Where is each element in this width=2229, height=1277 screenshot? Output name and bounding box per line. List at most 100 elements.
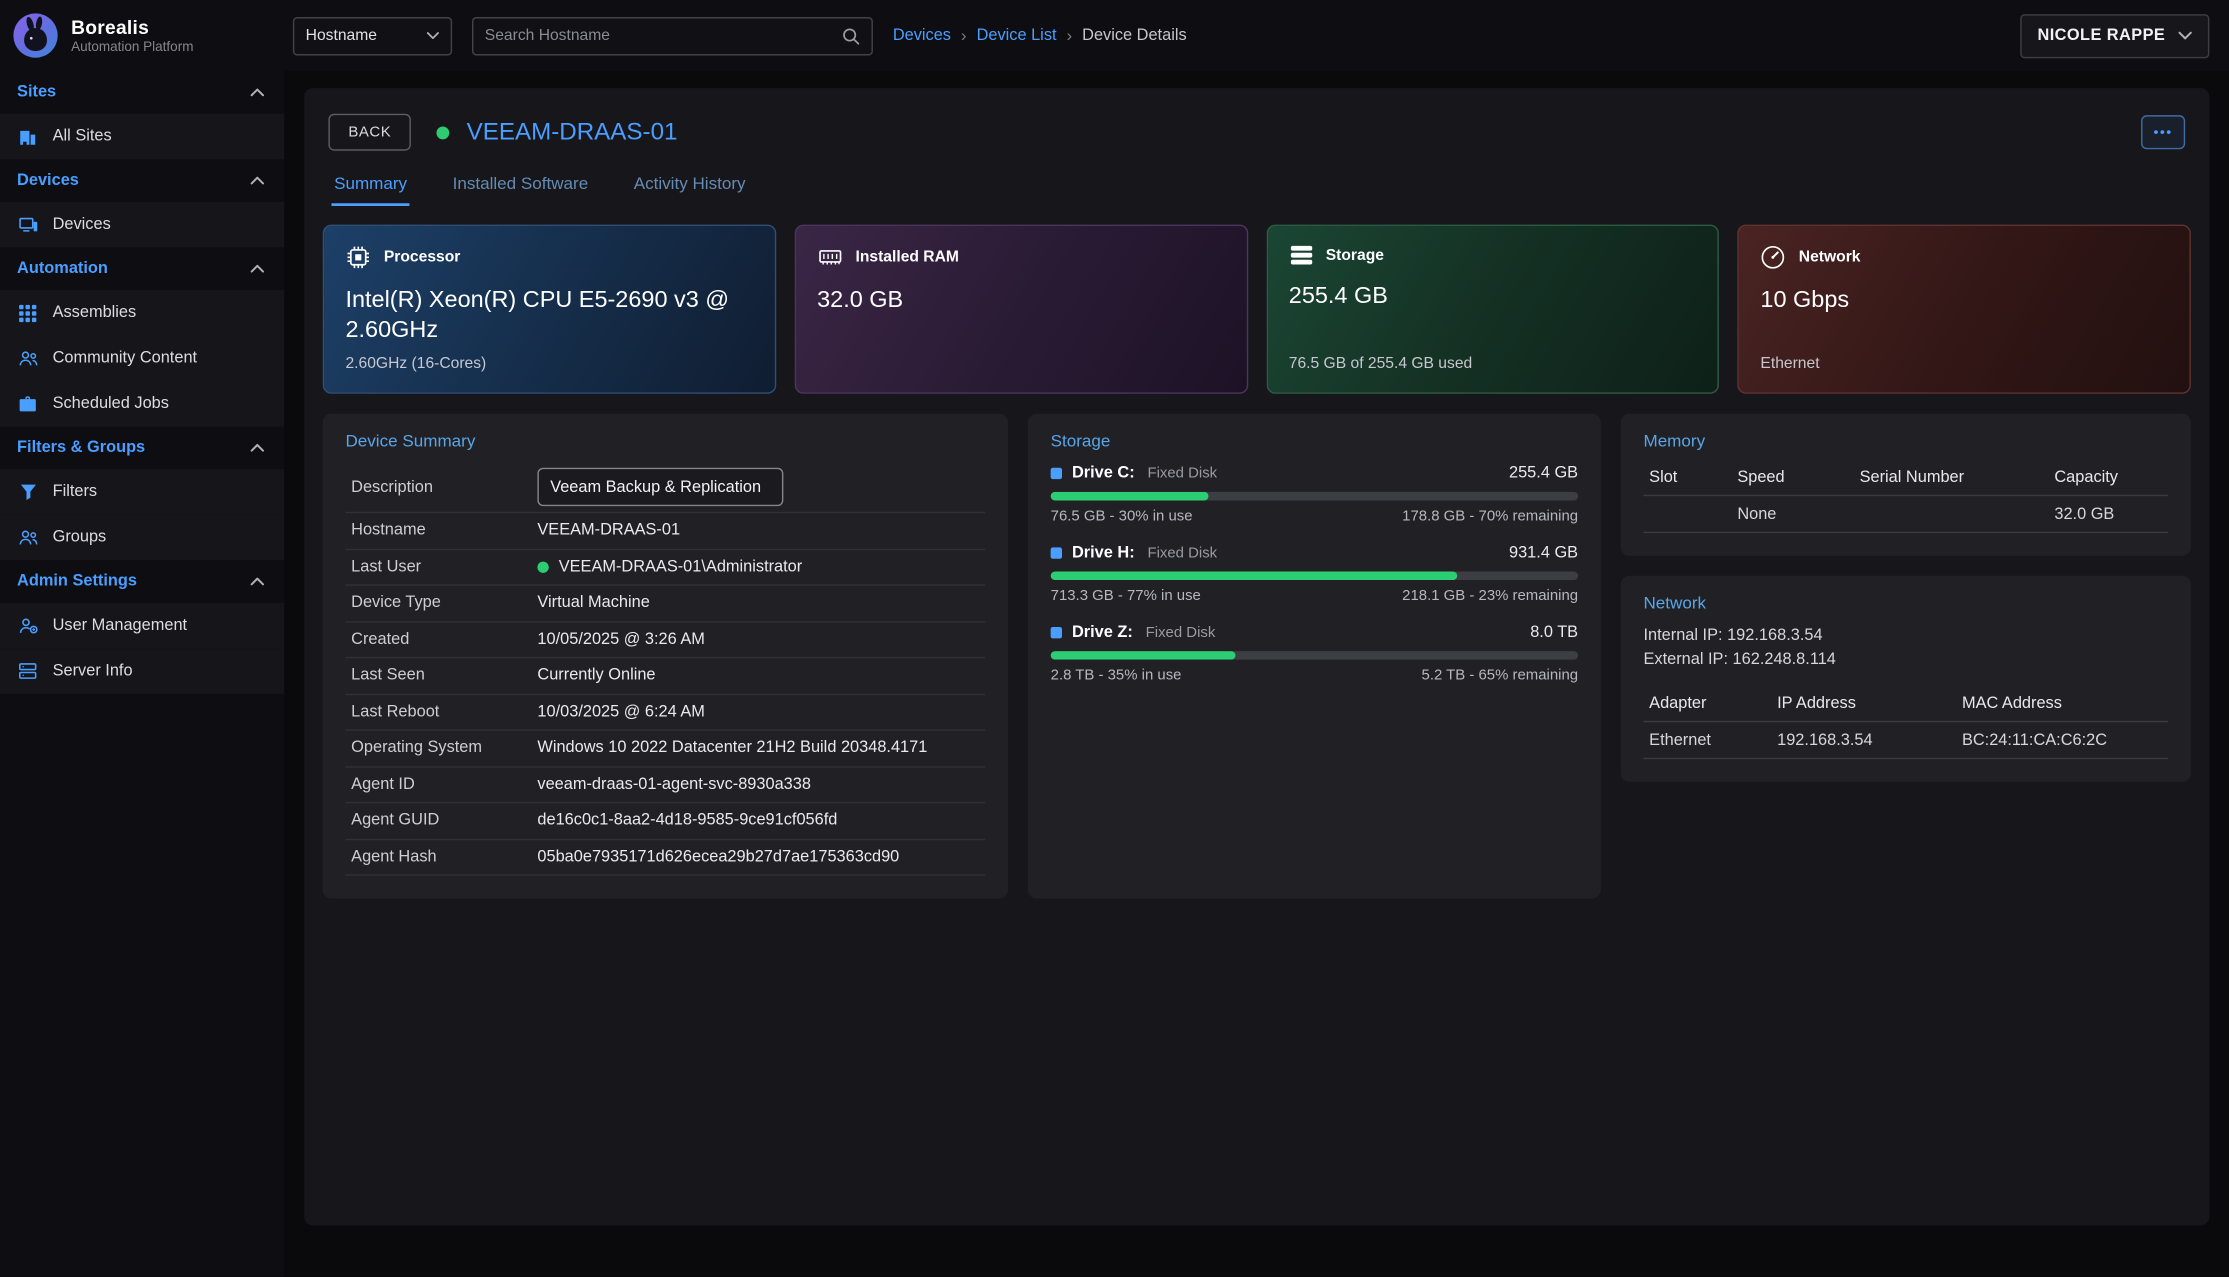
sidebar-item-all-sites[interactable]: All Sites <box>0 114 284 159</box>
search-icon[interactable] <box>842 26 860 44</box>
breadcrumb: Devices › Device List › Device Details <box>893 26 1187 46</box>
device-summary-panel: Device Summary Description Hostname VEEA… <box>323 414 1008 899</box>
drive-size: 931.4 GB <box>1509 545 1578 562</box>
table-header-row: Adapter IP Address MAC Address <box>1643 686 2168 723</box>
table-row: Last Reboot 10/03/2025 @ 6:24 AM <box>345 695 985 731</box>
online-dot <box>537 561 548 572</box>
breadcrumb-separator: › <box>961 26 967 46</box>
sidebar-item-server-info[interactable]: Server Info <box>0 648 284 693</box>
tab-bar: Summary Installed Software Activity Hist… <box>331 173 2182 206</box>
description-input[interactable] <box>537 468 783 506</box>
table-row: Description <box>345 462 985 513</box>
row-label: Created <box>351 631 537 648</box>
stat-card-value: 10 Gbps <box>1760 286 2168 316</box>
stat-card-footer: Ethernet <box>1760 355 2168 373</box>
briefcase-icon <box>17 395 38 412</box>
device-details-panel: BACK VEEAM-DRAAS-01 ••• Summary Installe… <box>304 88 2209 1225</box>
row-label: Last Seen <box>351 667 537 684</box>
borealis-logo <box>11 11 59 59</box>
screen: Borealis Automation Platform Sites All S… <box>0 0 2229 1277</box>
sidebar-item-community-content[interactable]: Community Content <box>0 336 284 381</box>
chevron-up-icon <box>250 88 264 97</box>
stat-card-footer: 76.5 GB of 255.4 GB used <box>1289 355 1697 373</box>
tab-summary[interactable]: Summary <box>331 173 410 206</box>
stat-card-processor: Processor Intel(R) Xeon(R) CPU E5-2690 v… <box>323 225 776 394</box>
sidebar-item-user-management[interactable]: User Management <box>0 603 284 648</box>
sidebar-section-filters-groups[interactable]: Filters & Groups <box>0 427 284 470</box>
sidebar-section-devices[interactable]: Devices <box>0 159 284 202</box>
chevron-down-icon <box>2178 31 2192 40</box>
sidebar-section-automation[interactable]: Automation <box>0 247 284 290</box>
stat-card-label: Network <box>1799 249 1861 266</box>
table-row: Operating System Windows 10 2022 Datacen… <box>345 731 985 767</box>
sidebar-section-admin-settings[interactable]: Admin Settings <box>0 560 284 603</box>
row-label: Last User <box>351 558 537 575</box>
tab-activity-history[interactable]: Activity History <box>631 173 749 206</box>
table-row: Created 10/05/2025 @ 3:26 AM <box>345 622 985 658</box>
cpu-icon <box>345 245 371 271</box>
cell-mac: BC:24:11:CA:C6:2C <box>1962 732 2162 749</box>
section-label: Sites <box>17 84 56 101</box>
panel-title: Device Summary <box>345 431 985 451</box>
sidebar-item-label: User Management <box>53 617 188 634</box>
row-label: Agent GUID <box>351 812 537 829</box>
sidebar-item-filters[interactable]: Filters <box>0 469 284 514</box>
sidebar-item-scheduled-jobs[interactable]: Scheduled Jobs <box>0 381 284 426</box>
sidebar-item-assemblies[interactable]: Assemblies <box>0 290 284 335</box>
breadcrumb-separator: › <box>1066 26 1072 46</box>
row-value: de16c0c1-8aa2-4d18-9585-9ce91cf056fd <box>537 812 837 829</box>
row-value: Currently Online <box>537 667 655 684</box>
row-label: Description <box>351 478 537 495</box>
sidebar-section-sites[interactable]: Sites <box>0 71 284 114</box>
search-box <box>472 16 873 54</box>
stat-card-footer <box>817 355 1225 373</box>
stat-card-value: 32.0 GB <box>817 286 1225 316</box>
search-input[interactable] <box>485 27 842 44</box>
cell-capacity: 32.0 GB <box>2054 505 2162 522</box>
sidebar-item-label: All Sites <box>53 128 112 145</box>
search-field-selected-value: Hostname <box>306 27 377 44</box>
network-table: Adapter IP Address MAC Address Ethernet … <box>1643 686 2168 760</box>
search-field-dropdown[interactable]: Hostname <box>293 16 452 54</box>
storage-icon <box>1289 245 1313 266</box>
table-row: Last User VEEAM-DRAAS-01\Administrator <box>345 549 985 585</box>
drive-remaining: 178.8 GB - 70% remaining <box>1402 508 1578 525</box>
back-button[interactable]: BACK <box>328 114 411 151</box>
drive-row: Drive Z: Fixed Disk 8.0 TB 2.8 TB - 35% … <box>1051 624 1578 684</box>
row-value: Virtual Machine <box>537 595 649 612</box>
tab-installed-software[interactable]: Installed Software <box>450 173 591 206</box>
network-icon <box>1760 245 1786 271</box>
main-column: Hostname Devices › Device List › Device … <box>284 0 2229 1277</box>
drive-name: Drive Z: <box>1072 624 1133 641</box>
sidebar-item-label: Groups <box>53 529 107 546</box>
chevron-up-icon <box>250 577 264 586</box>
stat-card-label: Processor <box>384 249 461 266</box>
sidebar-item-groups[interactable]: Groups <box>0 515 284 560</box>
table-row: Device Type Virtual Machine <box>345 586 985 622</box>
row-value: 10/03/2025 @ 6:24 AM <box>537 703 705 720</box>
device-header: BACK VEEAM-DRAAS-01 ••• <box>323 111 2191 151</box>
drive-row: Drive H: Fixed Disk 931.4 GB 713.3 GB - … <box>1051 545 1578 605</box>
panel-title: Memory <box>1643 431 2168 451</box>
user-menu-button[interactable]: NICOLE RAPPE <box>2020 14 2209 58</box>
drive-usage-fill <box>1051 492 1209 501</box>
building-icon <box>17 127 38 145</box>
column-header: Serial Number <box>1860 468 2055 485</box>
breadcrumb-devices[interactable]: Devices <box>893 27 951 44</box>
chevron-up-icon <box>250 444 264 453</box>
row-label: Agent Hash <box>351 848 537 865</box>
row-value: 10/05/2025 @ 3:26 AM <box>537 631 705 648</box>
device-title: VEEAM-DRAAS-01 <box>467 118 678 146</box>
breadcrumb-device-list[interactable]: Device List <box>977 27 1057 44</box>
panel-title: Storage <box>1051 431 1578 451</box>
sidebar-item-devices[interactable]: Devices <box>0 202 284 247</box>
cell-speed: None <box>1737 505 1859 522</box>
more-options-button[interactable]: ••• <box>2141 115 2185 149</box>
sidebar-item-label: Scheduled Jobs <box>53 395 169 412</box>
drive-row: Drive C: Fixed Disk 255.4 GB 76.5 GB - 3… <box>1051 465 1578 525</box>
row-value: VEEAM-DRAAS-01\Administrator <box>559 558 803 575</box>
app-window: Borealis Automation Platform Sites All S… <box>0 0 2229 1277</box>
table-row: Agent GUID de16c0c1-8aa2-4d18-9585-9ce91… <box>345 803 985 839</box>
device-summary-table: Description Hostname VEEAM-DRAAS-01 Las <box>345 462 985 876</box>
row-value: 05ba0e7935171d626ecea29b27d7ae175363cd90 <box>537 848 899 865</box>
